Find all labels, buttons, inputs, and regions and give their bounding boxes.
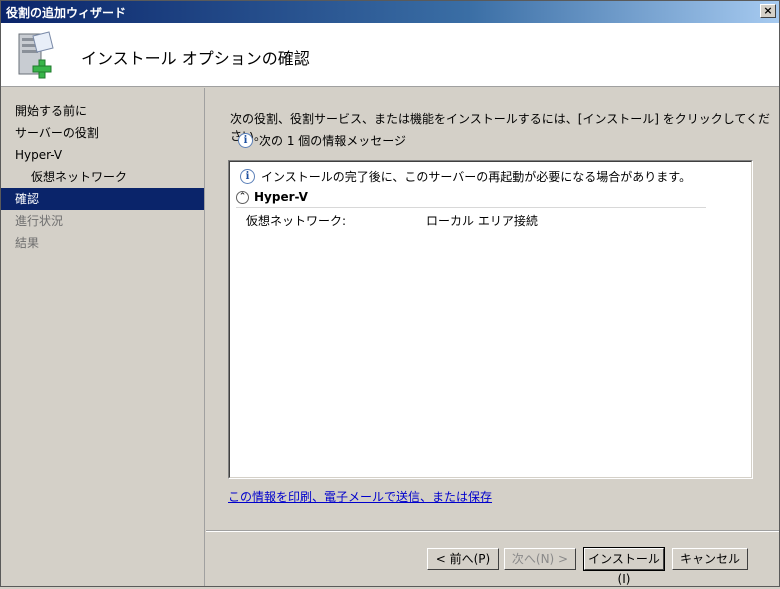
print-email-save-link[interactable]: この情報を印刷、電子メールで送信、または保存 (228, 488, 492, 505)
title-bar[interactable]: 役割の追加ウィザード × (1, 1, 779, 23)
page-title: インストール オプションの確認 (81, 49, 310, 68)
restart-notice-text: インストールの完了後に、このサーバーの再起動が必要になる場合があります。 (261, 170, 692, 184)
message-count: i 次の 1 個の情報メッセージ (238, 132, 406, 149)
step-server-roles[interactable]: サーバーの役割 (1, 122, 204, 144)
wizard-window: 役割の追加ウィザード × インストール オプションの確認 開始する前に サーバー… (0, 0, 780, 587)
button-bar: < 前へ(P) 次へ(N) > インストール(I) キャンセル (206, 530, 779, 586)
info-icon: i (238, 133, 253, 148)
section-title: Hyper-V (254, 190, 308, 204)
detail-value: ローカル エリア接続 (426, 214, 538, 228)
confirmation-panel[interactable]: i インストールの完了後に、このサーバーの再起動が必要になる場合があります。 ⌃… (228, 160, 753, 479)
close-button[interactable]: × (760, 4, 776, 18)
restart-notice: i インストールの完了後に、このサーバーの再起動が必要になる場合があります。 (240, 168, 691, 185)
section-hyper-v[interactable]: ⌃ Hyper-V (236, 190, 706, 208)
previous-button[interactable]: < 前へ(P) (427, 548, 499, 570)
install-button[interactable]: インストール(I) (583, 547, 665, 586)
server-add-icon (18, 31, 54, 79)
step-confirmation[interactable]: 確認 (1, 188, 204, 210)
step-before-you-begin[interactable]: 開始する前に (1, 100, 204, 122)
wizard-step-list: 開始する前に サーバーの役割 Hyper-V 仮想ネットワーク 確認 進行状況 … (1, 88, 205, 586)
step-hyper-v[interactable]: Hyper-V (1, 144, 204, 166)
detail-key: 仮想ネットワーク: (246, 214, 347, 228)
next-button: 次へ(N) > (504, 548, 576, 570)
window-title: 役割の追加ウィザード (6, 6, 127, 20)
collapse-icon[interactable]: ⌃ (236, 190, 249, 204)
message-count-label: 次の 1 個の情報メッセージ (259, 134, 407, 148)
wizard-header: インストール オプションの確認 (1, 23, 779, 87)
step-results: 結果 (15, 236, 40, 250)
main-content: 次の役割、役割サービス、または機能をインストールするには、[インストール] をク… (206, 88, 779, 529)
step-virtual-network[interactable]: 仮想ネットワーク (1, 166, 204, 188)
detail-row: 仮想ネットワーク: ローカル エリア接続 (246, 212, 538, 229)
info-icon: i (240, 169, 255, 184)
step-progress: 進行状況 (15, 214, 64, 228)
cancel-button[interactable]: キャンセル (672, 548, 748, 570)
